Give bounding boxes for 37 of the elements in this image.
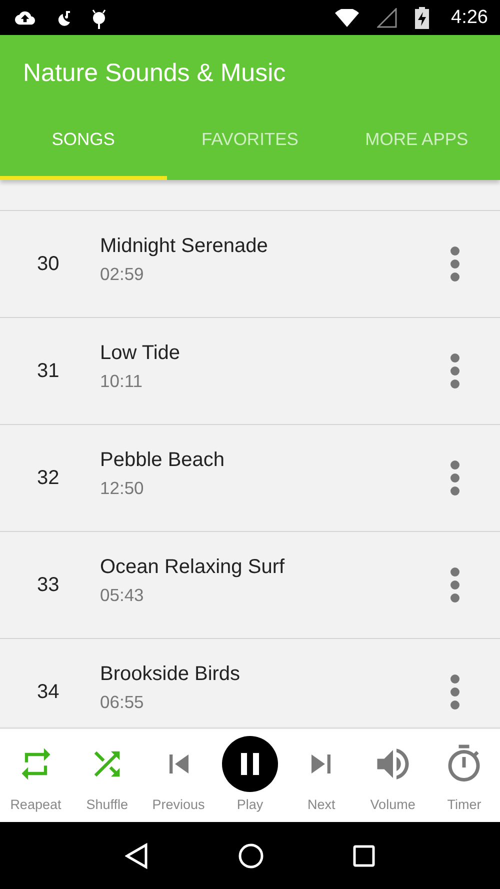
song-number: 31 (36, 360, 60, 382)
moon-music-icon (56, 8, 72, 26)
more-vertical-icon (450, 674, 460, 710)
more-vertical-icon (450, 353, 460, 389)
song-number: 33 (36, 574, 60, 596)
player-control-button[interactable]: Next (286, 729, 358, 822)
home-icon[interactable] (238, 842, 264, 868)
signal-icon (377, 8, 398, 28)
song-number: 32 (36, 466, 60, 490)
player-control-button[interactable]: Previous (142, 729, 214, 822)
song-title[interactable]: Brookside Birds (100, 663, 436, 686)
player-control-button[interactable]: Reapeat (0, 729, 72, 822)
song-title[interactable]: Low Tide (100, 342, 436, 365)
player-control-button[interactable]: Play (214, 729, 286, 822)
song-number: 34 (36, 680, 60, 704)
recents-icon[interactable] (353, 844, 376, 866)
song-title[interactable]: Ocean Relaxing Surf (100, 556, 436, 579)
wifi-icon (335, 8, 360, 26)
battery-icon (415, 6, 430, 28)
player-control-button[interactable]: Timer (428, 729, 500, 822)
tab[interactable]: SONGS (0, 102, 167, 180)
song-duration: 05:43 (100, 585, 145, 606)
song-title[interactable]: Pebble Beach (100, 449, 436, 472)
back-icon[interactable] (124, 842, 149, 868)
app-title: Nature Sounds & Music (22, 58, 287, 89)
status-time: 4:26 (451, 6, 488, 28)
song-duration: 10:11 (100, 371, 144, 392)
song-title[interactable]: Midnight Serenade (100, 235, 436, 258)
player-control-button[interactable]: Volume (357, 729, 429, 822)
song-duration: 02:59 (100, 264, 145, 285)
player-control-button[interactable]: Shuffle (71, 729, 143, 822)
more-vertical-icon (450, 567, 460, 603)
more-vertical-icon (450, 460, 460, 496)
more-vertical-icon (450, 246, 460, 282)
song-number: 30 (36, 252, 60, 276)
song-duration: 06:55 (100, 692, 145, 713)
song-duration: 12:50 (100, 478, 145, 499)
